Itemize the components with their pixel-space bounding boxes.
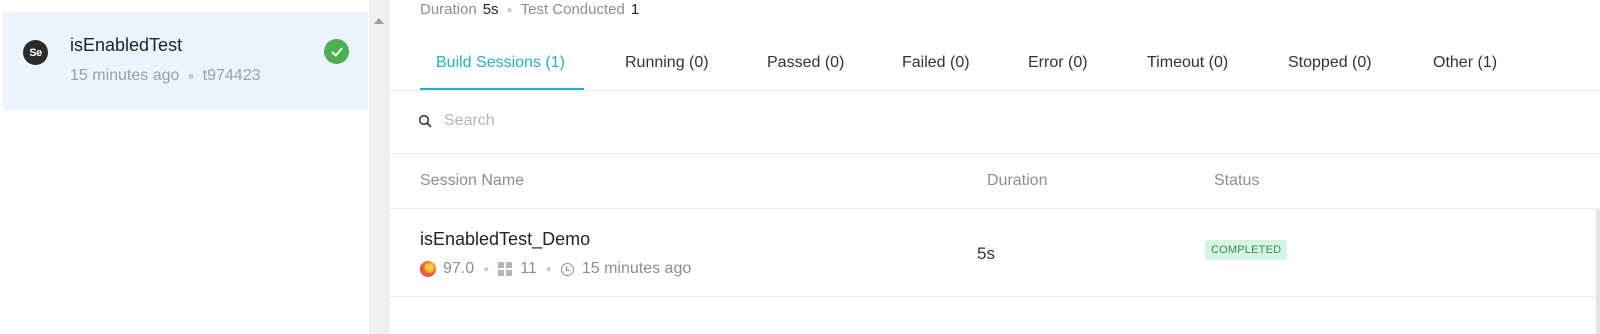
duration-value: 5s [482, 1, 499, 18]
divider [390, 90, 1600, 91]
column-header-session-name: Session Name [420, 172, 525, 189]
separator-dot: ● [483, 263, 490, 275]
search-input[interactable] [444, 110, 1044, 132]
tab-stopped[interactable]: Stopped (0) [1288, 54, 1372, 72]
column-header-status: Status [1214, 172, 1260, 189]
separator-dot: ● [506, 4, 513, 16]
build-list-panel: Se isEnabledTest 15 minutes ago ● t974423 [0, 0, 368, 334]
tab-running[interactable]: Running (0) [625, 54, 709, 72]
windows-icon [498, 262, 513, 276]
session-duration: 5s [977, 244, 995, 263]
session-name: isEnabledTest_Demo [420, 229, 591, 249]
divider [390, 296, 1600, 297]
build-id: t974423 [202, 67, 261, 84]
tab-other[interactable]: Other (1) [1433, 54, 1497, 72]
tab-failed[interactable]: Failed (0) [902, 54, 970, 72]
divider [390, 153, 1600, 154]
duration-label: Duration [420, 1, 477, 18]
tests-label: Test Conducted [520, 1, 625, 18]
tests-value: 1 [630, 1, 640, 18]
status-badge: COMPLETED [1205, 240, 1288, 260]
build-time-ago: 15 minutes ago [70, 67, 180, 84]
table-row[interactable]: isEnabledTest_Demo 97.0 ● 11 ● 15 minute… [390, 210, 1600, 296]
left-scrollbar[interactable] [369, 0, 390, 334]
build-list-item[interactable] [3, 12, 368, 110]
build-detail-panel: Duration 5s ● Test Conducted 1 Build Session… [390, 0, 1600, 334]
selenium-logo-icon: Se [23, 40, 48, 65]
session-time-ago: 15 minutes ago [581, 260, 692, 277]
build-meta: 15 minutes ago ● t974423 [70, 67, 261, 85]
right-scrollbar[interactable] [1596, 210, 1600, 334]
search-icon [418, 114, 432, 128]
tab-passed[interactable]: Passed (0) [767, 54, 844, 72]
browser-version: 97.0 [443, 260, 475, 277]
tab-build-sessions[interactable]: Build Sessions (1) [436, 54, 565, 72]
divider [390, 208, 1600, 209]
tab-error[interactable]: Error (0) [1028, 54, 1088, 72]
build-name: isEnabledTest [70, 35, 183, 55]
build-summary: Duration 5s ● Test Conducted 1 [420, 1, 639, 18]
separator-dot: ● [545, 263, 552, 275]
separator-dot: ● [187, 68, 195, 83]
firefox-icon [420, 261, 436, 277]
column-header-duration: Duration [987, 172, 1048, 189]
clock-icon [560, 262, 574, 276]
check-icon [324, 39, 349, 64]
os-version: 11 [520, 260, 537, 277]
session-meta: 97.0 ● 11 ● 15 minutes ago [420, 260, 691, 278]
tab-timeout[interactable]: Timeout (0) [1147, 54, 1228, 72]
scroll-up-arrow-icon[interactable] [374, 18, 384, 24]
